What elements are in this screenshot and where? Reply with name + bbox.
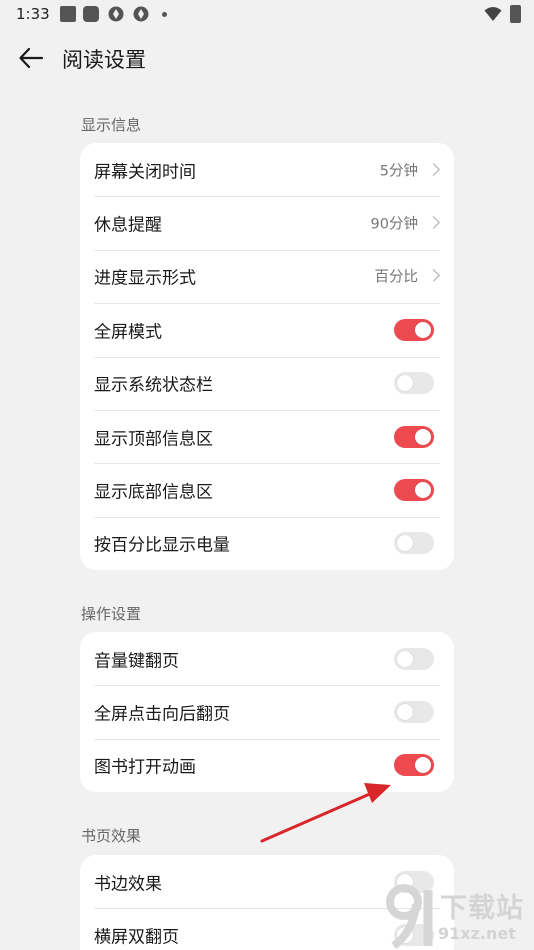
toggle-knob bbox=[397, 535, 413, 552]
toggle-switch[interactable] bbox=[394, 532, 434, 555]
chevron-right-icon bbox=[427, 269, 440, 283]
row-label: 书边效果 bbox=[94, 874, 162, 895]
toggle-knob bbox=[397, 650, 413, 667]
toggle-switch[interactable] bbox=[394, 754, 434, 777]
row-value: 5分钟 bbox=[379, 163, 418, 180]
row-label: 音量键翻页 bbox=[94, 651, 179, 672]
toggle-switch[interactable] bbox=[394, 318, 434, 341]
row-label: 休息提醒 bbox=[94, 215, 162, 236]
notification-app-icon bbox=[83, 6, 99, 22]
toggle-knob bbox=[415, 757, 431, 774]
row-value: 百分比 bbox=[374, 269, 419, 286]
app-bar: 阅读设置 bbox=[0, 28, 534, 90]
card-operation-settings: 音量键翻页 全屏点击向后翻页 图书打开动画 bbox=[80, 632, 454, 793]
row-label: 图书打开动画 bbox=[94, 757, 196, 778]
notification-aperture-icon-2 bbox=[133, 6, 149, 22]
watermark-site: 91xz.net bbox=[438, 924, 516, 943]
row-label: 屏幕关闭时间 bbox=[94, 162, 196, 183]
notification-square-icon bbox=[60, 6, 76, 22]
row-label: 全屏模式 bbox=[94, 322, 162, 343]
row-label: 横屏双翻页 bbox=[94, 927, 179, 948]
setting-row-progress-format[interactable]: 进度显示形式 百分比 bbox=[80, 249, 454, 303]
toggle-switch[interactable] bbox=[394, 701, 434, 724]
toggle-knob bbox=[415, 428, 431, 445]
toggle-switch[interactable] bbox=[394, 372, 434, 395]
row-label: 进度显示形式 bbox=[94, 268, 196, 289]
watermark-logo: 下载站 91xz.net bbox=[384, 880, 534, 950]
row-value: 90分钟 bbox=[370, 216, 418, 233]
notification-aperture-icon bbox=[108, 6, 124, 22]
setting-row-top-info: 显示顶部信息区 bbox=[80, 409, 454, 463]
toggle-knob bbox=[397, 704, 413, 721]
setting-row-battery-percent: 按百分比显示电量 bbox=[80, 516, 454, 570]
status-bar: 1:33 bbox=[0, 0, 534, 28]
watermark-91-logo-icon bbox=[386, 884, 433, 950]
setting-row-rest-reminder[interactable]: 休息提醒 90分钟 bbox=[80, 196, 454, 249]
card-display-settings: 屏幕关闭时间 5分钟 休息提醒 90分钟 进度显示形式 百分比 全屏模式 显示系… bbox=[80, 143, 454, 571]
toggle-knob bbox=[397, 375, 413, 392]
setting-row-volume-key-page: 音量键翻页 bbox=[80, 632, 454, 685]
toggle-switch[interactable] bbox=[394, 479, 434, 502]
setting-row-screen-off-time[interactable]: 屏幕关闭时间 5分钟 bbox=[80, 143, 454, 196]
section-title-display: 显示信息 bbox=[81, 116, 142, 134]
wifi-icon bbox=[484, 7, 502, 21]
back-arrow-icon[interactable] bbox=[16, 43, 46, 73]
setting-row-system-status-bar: 显示系统状态栏 bbox=[80, 356, 454, 410]
setting-row-bottom-info: 显示底部信息区 bbox=[80, 463, 454, 516]
toggle-knob bbox=[415, 482, 431, 499]
section-title-operation: 操作设置 bbox=[81, 605, 142, 623]
section-title-page-effects: 书页效果 bbox=[81, 827, 142, 845]
page-title: 阅读设置 bbox=[62, 48, 146, 72]
row-label: 按百分比显示电量 bbox=[94, 535, 230, 556]
chevron-right-icon bbox=[427, 216, 440, 229]
more-notifications-dot-icon bbox=[162, 12, 167, 17]
setting-row-fullscreen: 全屏模式 bbox=[80, 303, 454, 356]
setting-row-tap-forward: 全屏点击向后翻页 bbox=[80, 685, 454, 738]
row-label: 全屏点击向后翻页 bbox=[94, 704, 230, 725]
row-label: 显示系统状态栏 bbox=[94, 375, 213, 396]
watermark-brand: 下载站 bbox=[440, 893, 524, 924]
status-time: 1:33 bbox=[16, 5, 50, 23]
battery-icon bbox=[510, 5, 521, 23]
row-label: 显示底部信息区 bbox=[94, 482, 213, 503]
row-label: 显示顶部信息区 bbox=[94, 429, 213, 450]
toggle-knob bbox=[415, 321, 431, 338]
toggle-switch[interactable] bbox=[394, 647, 434, 670]
chevron-right-icon bbox=[427, 162, 440, 176]
toggle-switch[interactable] bbox=[394, 425, 434, 448]
setting-row-book-open-animation: 图书打开动画 bbox=[80, 738, 454, 792]
